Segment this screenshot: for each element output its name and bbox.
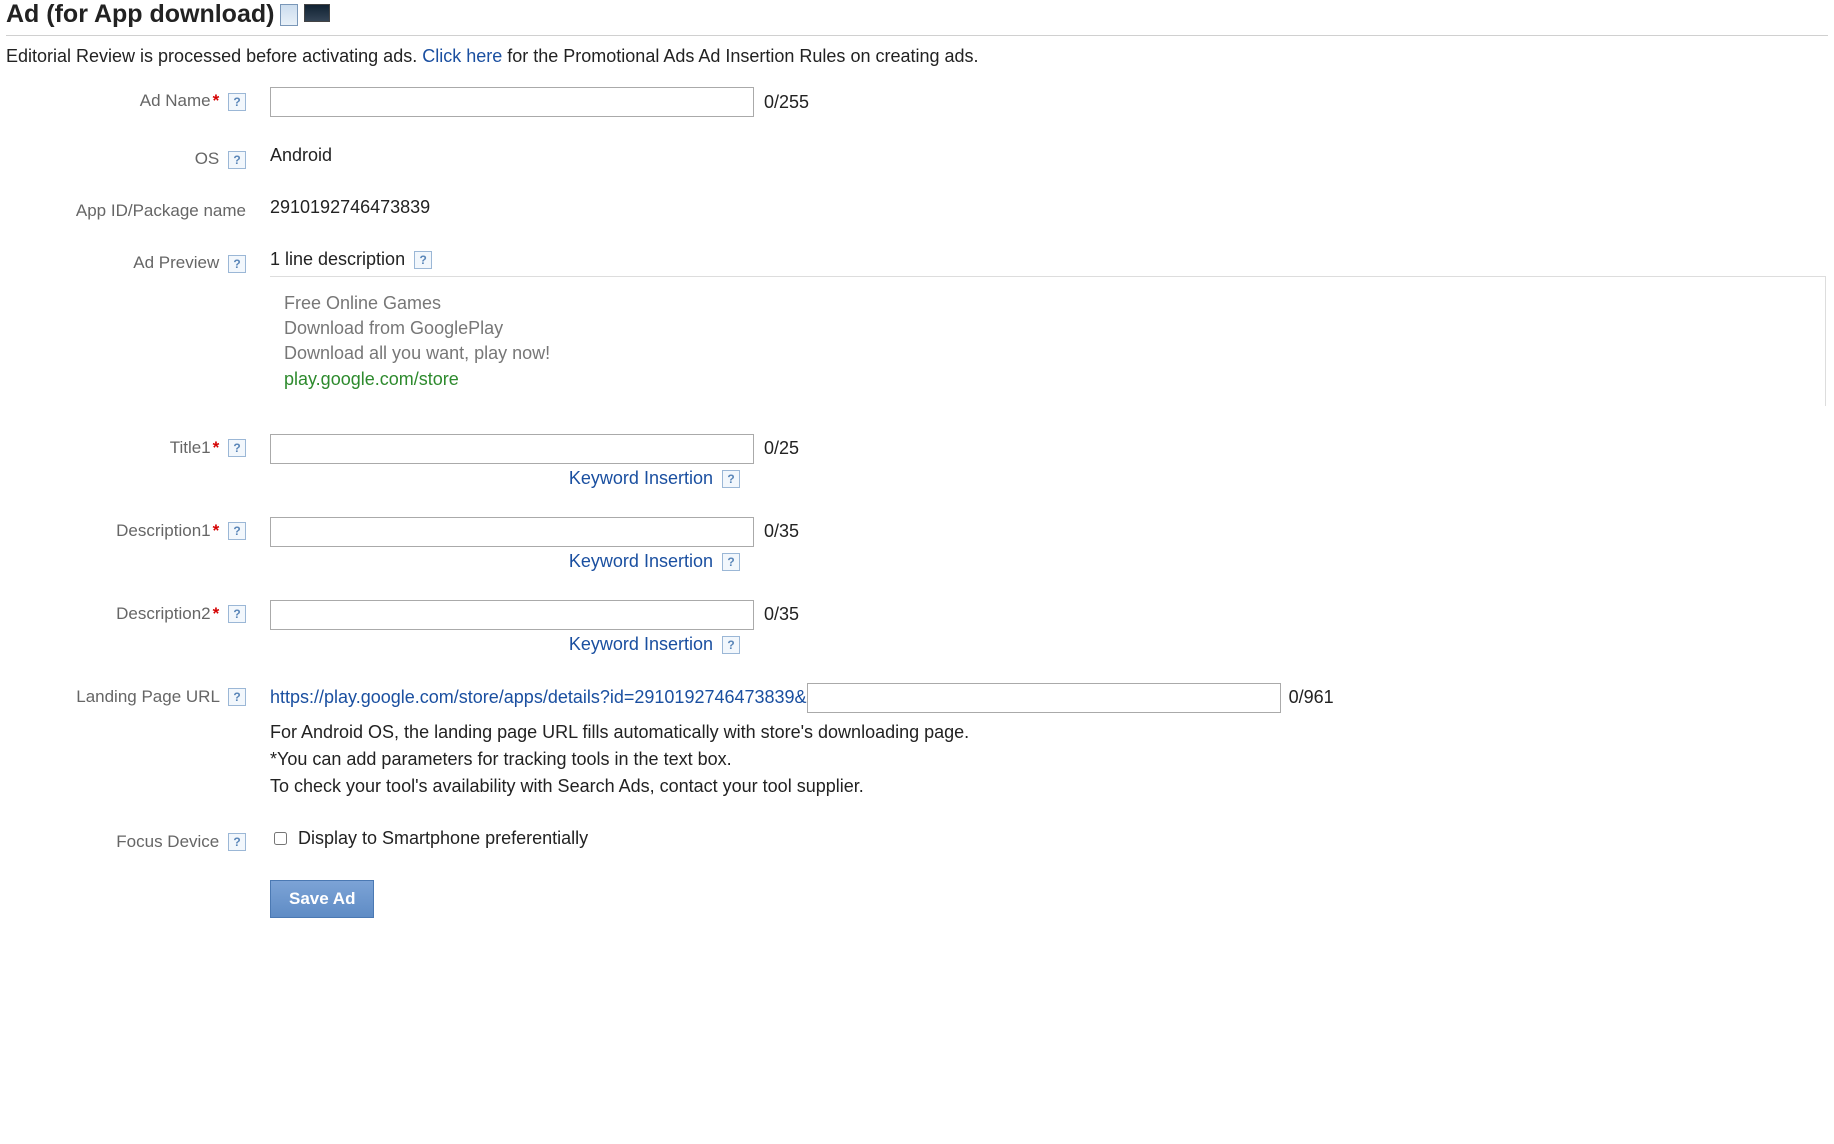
required-mark: * (213, 438, 220, 457)
preview-line: Download from GooglePlay (284, 316, 1811, 341)
focus-device-label: Display to Smartphone preferentially (298, 828, 588, 849)
app-id-value: 2910192746473839 (270, 197, 1826, 218)
label-description2: Description2* ? (6, 600, 246, 624)
label-os-text: OS (195, 149, 220, 168)
label-focus-device: Focus Device ? (6, 828, 246, 852)
landing-note-line: To check your tool's availability with S… (270, 773, 1826, 800)
keyword-insertion-link[interactable]: Keyword Insertion (569, 551, 713, 571)
description2-input[interactable] (270, 600, 754, 630)
help-icon[interactable]: ? (414, 251, 432, 269)
help-icon[interactable]: ? (228, 93, 246, 111)
keyword-insertion-link[interactable]: Keyword Insertion (569, 468, 713, 488)
label-ad-preview-text: Ad Preview (133, 253, 219, 272)
smartphone-icon (280, 4, 298, 26)
description1-counter: 0/35 (764, 521, 799, 542)
intro-link[interactable]: Click here (422, 46, 502, 66)
label-description1-text: Description1 (116, 521, 211, 540)
landing-url-counter: 0/961 (1289, 687, 1334, 708)
label-app-id: App ID/Package name (6, 197, 246, 221)
landing-notes: For Android OS, the landing page URL fil… (270, 719, 1826, 800)
help-icon[interactable]: ? (228, 151, 246, 169)
help-icon[interactable]: ? (228, 605, 246, 623)
description2-counter: 0/35 (764, 604, 799, 625)
label-app-id-text: App ID/Package name (76, 201, 246, 220)
section-title: Ad (for App download) (6, 0, 1828, 29)
title1-counter: 0/25 (764, 438, 799, 459)
os-value: Android (270, 145, 1826, 166)
label-landing-url-text: Landing Page URL (76, 687, 219, 706)
label-title1: Title1* ? (6, 434, 246, 458)
section-title-text: Ad (for App download) (6, 0, 274, 29)
label-ad-name: Ad Name* ? (6, 87, 246, 111)
label-os: OS ? (6, 145, 246, 169)
label-ad-preview: Ad Preview ? (6, 249, 246, 273)
help-icon[interactable]: ? (722, 470, 740, 488)
save-button[interactable]: Save Ad (270, 880, 374, 918)
label-description1: Description1* ? (6, 517, 246, 541)
help-icon[interactable]: ? (228, 439, 246, 457)
preview-line: Download all you want, play now! (284, 341, 1811, 366)
help-icon[interactable]: ? (228, 688, 246, 706)
label-title1-text: Title1 (170, 438, 211, 457)
label-landing-url: Landing Page URL ? (6, 683, 246, 707)
intro-text: Editorial Review is processed before act… (6, 46, 1828, 67)
label-focus-device-text: Focus Device (116, 832, 219, 851)
landing-note-line: *You can add parameters for tracking too… (270, 746, 1826, 773)
required-mark: * (213, 604, 220, 623)
preview-heading: 1 line description (270, 249, 405, 269)
label-ad-name-text: Ad Name (140, 91, 211, 110)
description1-input[interactable] (270, 517, 754, 547)
intro-suffix: for the Promotional Ads Ad Insertion Rul… (502, 46, 978, 66)
preview-url: play.google.com/store (284, 367, 1811, 392)
landing-url-prefix: https://play.google.com/store/apps/detai… (270, 687, 807, 708)
help-icon[interactable]: ? (722, 553, 740, 571)
title1-input[interactable] (270, 434, 754, 464)
intro-prefix: Editorial Review is processed before act… (6, 46, 422, 66)
help-icon[interactable]: ? (228, 255, 246, 273)
ad-name-input[interactable] (270, 87, 754, 117)
required-mark: * (213, 91, 220, 110)
label-description2-text: Description2 (116, 604, 211, 623)
help-icon[interactable]: ? (228, 833, 246, 851)
ad-preview-box: Free Online Games Download from GooglePl… (270, 276, 1826, 406)
preview-line: Free Online Games (284, 291, 1811, 316)
keyword-insertion-link[interactable]: Keyword Insertion (569, 634, 713, 654)
tablet-icon (304, 4, 330, 22)
landing-url-input[interactable] (807, 683, 1281, 713)
focus-device-checkbox[interactable] (274, 832, 287, 845)
required-mark: * (213, 521, 220, 540)
help-icon[interactable]: ? (228, 522, 246, 540)
title-divider (6, 35, 1828, 36)
ad-name-counter: 0/255 (764, 92, 809, 113)
landing-note-line: For Android OS, the landing page URL fil… (270, 719, 1826, 746)
help-icon[interactable]: ? (722, 636, 740, 654)
